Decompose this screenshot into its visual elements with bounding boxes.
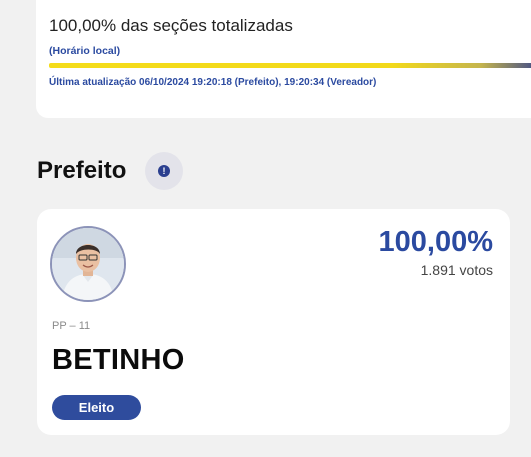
totalization-progress-fill	[49, 63, 531, 68]
section-title: Prefeito	[37, 157, 127, 184]
last-update-text: Última atualização 06/10/2024 19:20:18 (…	[49, 77, 377, 88]
local-time-note: (Horário local)	[49, 45, 121, 57]
totalization-progress-bar	[49, 63, 531, 68]
info-icon: !	[158, 165, 170, 177]
candidate-name: BETINHO	[52, 344, 185, 376]
info-button[interactable]: !	[145, 152, 183, 190]
totalization-card: 100,00% das seções totalizadas (Horário …	[36, 0, 531, 118]
vote-percentage: 100,00%	[378, 226, 494, 258]
candidate-card[interactable]: 100,00% 1.891 votos PP – 11 BETINHO Elei…	[37, 209, 510, 435]
party-number: PP – 11	[52, 320, 91, 332]
totalization-title: 100,00% das seções totalizadas	[49, 16, 293, 35]
vote-count: 1.891 votos	[420, 262, 493, 278]
elected-status-badge: Eleito	[52, 395, 141, 420]
candidate-photo-icon	[52, 228, 124, 300]
candidate-avatar	[50, 226, 126, 302]
